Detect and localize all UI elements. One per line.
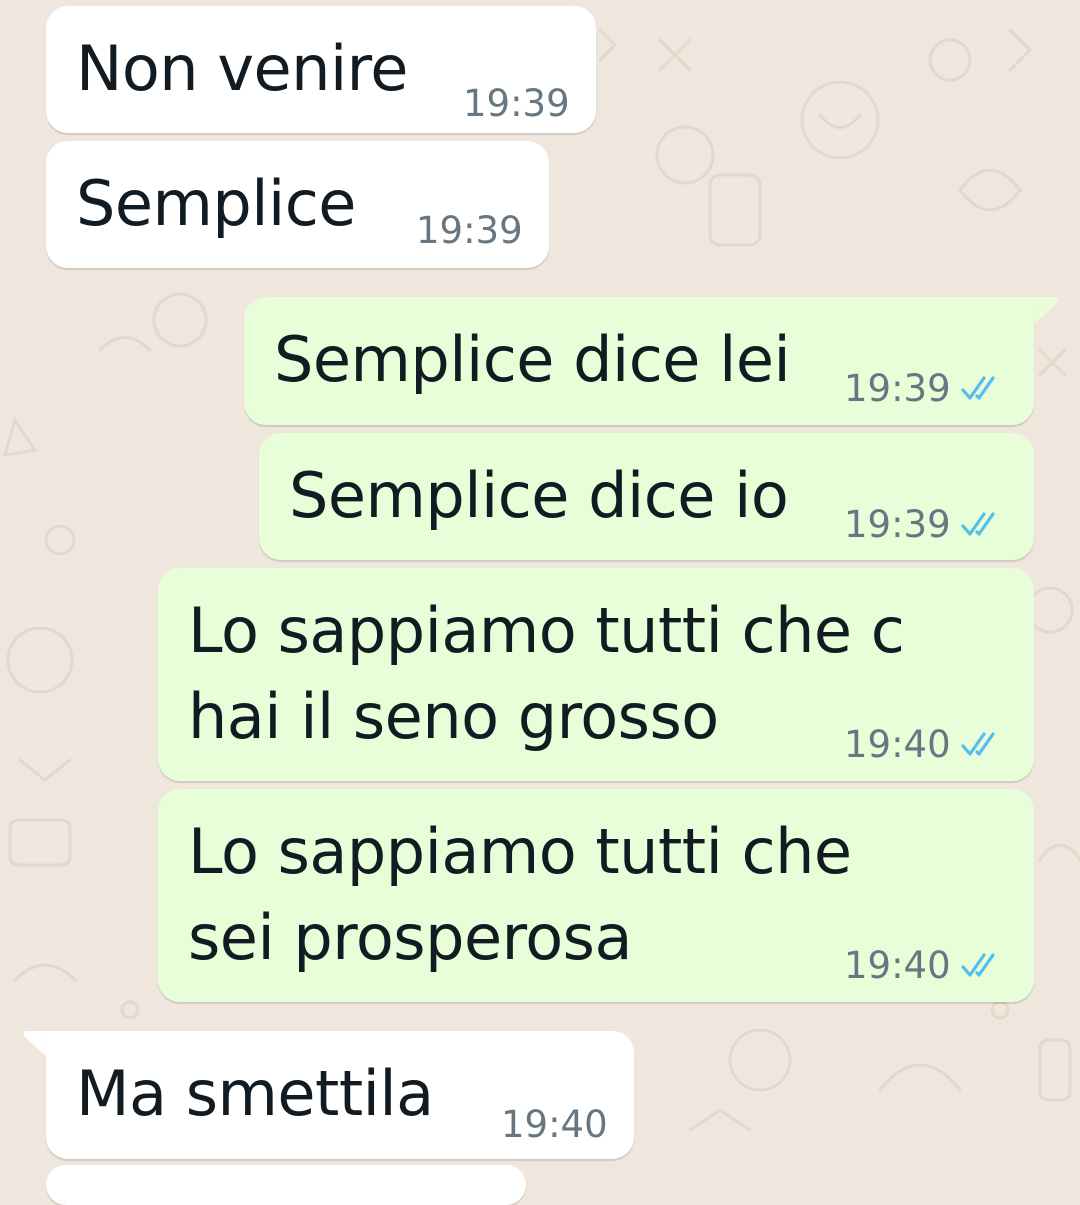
- outgoing-message-bubble[interactable]: Semplice dice io 19:39: [259, 433, 1034, 560]
- incoming-message-bubble[interactable]: Non venire 19:39: [46, 6, 596, 133]
- double-check-icon: [961, 511, 995, 536]
- message-text: Semplice dice io: [289, 459, 789, 532]
- message-timestamp: 19:39: [844, 503, 951, 546]
- double-check-icon: [961, 375, 995, 400]
- message-meta: 19:39: [844, 503, 1005, 546]
- message-meta: 19:40: [844, 723, 1005, 766]
- message-meta: 19:39: [463, 82, 570, 125]
- outgoing-message-bubble[interactable]: Lo sappiamo tutti che c hai il seno gros…: [158, 568, 1034, 781]
- message-meta: 19:39: [416, 209, 523, 252]
- message-timestamp: 19:39: [463, 82, 570, 125]
- message-text-line: Lo sappiamo tutti che: [188, 815, 852, 888]
- message-timestamp: 19:39: [844, 367, 951, 410]
- message-text: Non venire: [76, 32, 408, 105]
- double-check-icon: [961, 952, 995, 977]
- message-timestamp: 19:40: [844, 723, 951, 766]
- message-timestamp: 19:40: [844, 944, 951, 987]
- message-text: Semplice: [76, 167, 356, 240]
- outgoing-message-bubble[interactable]: Semplice dice lei 19:39: [244, 297, 1034, 425]
- double-check-icon: [961, 731, 995, 756]
- message-text-line: Lo sappiamo tutti che c: [188, 594, 905, 667]
- message-text-line: sei prosperosa: [188, 901, 632, 974]
- incoming-message-bubble-partial[interactable]: [46, 1165, 526, 1205]
- message-meta: 19:40: [844, 944, 1005, 987]
- message-text-line: hai il seno grosso: [188, 680, 719, 753]
- message-meta: 19:39: [844, 367, 1005, 410]
- message-timestamp: 19:40: [501, 1103, 608, 1146]
- outgoing-message-bubble[interactable]: Lo sappiamo tutti che sei prosperosa 19:…: [158, 789, 1034, 1002]
- incoming-message-bubble[interactable]: Semplice 19:39: [46, 141, 549, 268]
- incoming-message-bubble[interactable]: Ma smettila 19:40: [46, 1031, 634, 1159]
- message-meta: 19:40: [501, 1103, 608, 1146]
- message-timestamp: 19:39: [416, 209, 523, 252]
- message-text: Ma smettila: [76, 1057, 434, 1130]
- message-text: Semplice dice lei: [274, 323, 791, 396]
